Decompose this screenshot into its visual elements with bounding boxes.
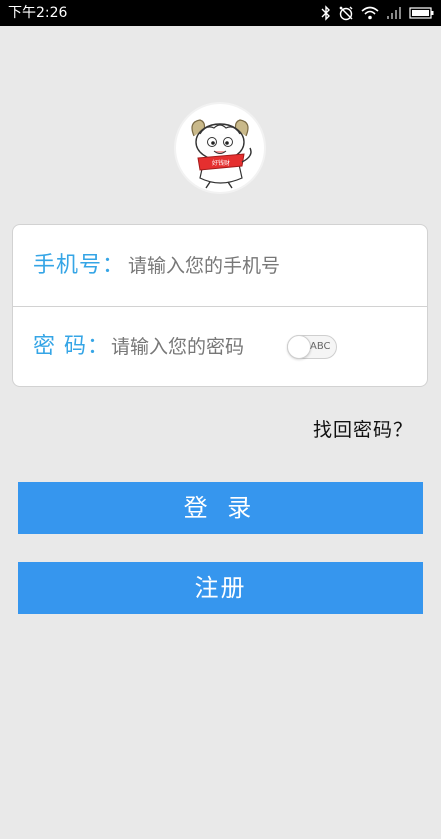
- bluetooth-icon: [321, 5, 331, 21]
- mascot-badge-text: 好钱财: [212, 159, 230, 167]
- phone-input[interactable]: [128, 253, 398, 279]
- signal-icon: [386, 6, 402, 20]
- alarm-off-icon: [338, 5, 354, 21]
- password-input[interactable]: [111, 334, 281, 360]
- status-bar: 下午2:26: [0, 0, 441, 26]
- status-icons: [321, 3, 435, 23]
- login-form: 手机号： 密 码： ABC: [12, 224, 428, 387]
- goat-mascot-icon: 好钱财: [177, 105, 263, 191]
- phone-row: 手机号：: [13, 225, 427, 307]
- phone-label: 手机号：: [33, 253, 126, 278]
- forgot-password-link[interactable]: 找回密码？: [313, 418, 413, 442]
- show-password-toggle[interactable]: ABC: [287, 335, 337, 359]
- toggle-text: ABC: [310, 341, 331, 352]
- password-row: 密 码： ABC: [13, 306, 427, 387]
- battery-icon: [409, 6, 435, 20]
- wifi-icon: [361, 6, 379, 20]
- login-button[interactable]: 登 录: [18, 482, 423, 534]
- toggle-knob: [287, 335, 311, 359]
- password-label: 密 码：: [33, 334, 110, 359]
- app-logo-avatar: 好钱财: [176, 104, 264, 192]
- register-button[interactable]: 注册: [18, 562, 423, 614]
- status-time: 下午2:26: [8, 5, 68, 21]
